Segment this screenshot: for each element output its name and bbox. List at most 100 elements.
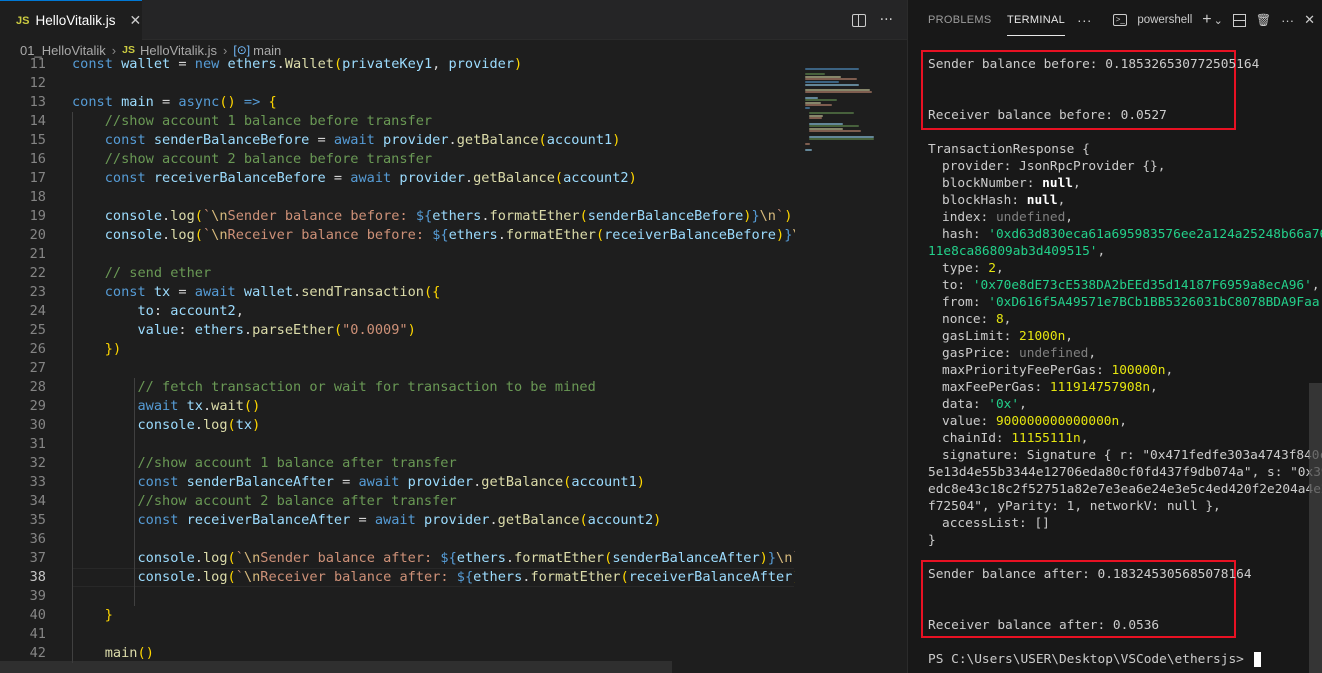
code-line: 15 const senderBalanceBefore = await pro…	[0, 131, 795, 150]
minimap-line	[809, 138, 874, 141]
indent-guide	[72, 112, 73, 663]
minimap-line	[805, 68, 859, 70]
minimap[interactable]	[795, 60, 907, 673]
line-number: 24	[29, 303, 46, 319]
terminal-line: value: 900000000000000n,	[942, 414, 1127, 429]
more-actions-icon[interactable]: ···	[1281, 13, 1294, 28]
line-number: 25	[29, 322, 46, 338]
code-line: 13 const main = async() => {	[0, 93, 795, 112]
minimap-line	[805, 99, 838, 102]
split-editor-icon[interactable]	[851, 13, 866, 27]
line-number: 22	[29, 265, 46, 281]
minimap-line	[805, 83, 859, 86]
more-actions-icon[interactable]: ···	[880, 12, 893, 28]
terminal-shell-label[interactable]: powershell	[1137, 14, 1192, 26]
terminal-line: maxPriorityFeePerGas: 100000n,	[942, 363, 1174, 378]
line-number: 16	[29, 151, 46, 167]
line-number: 26	[29, 341, 46, 357]
terminal-scrollbar[interactable]	[1309, 383, 1322, 673]
line-number: 41	[29, 626, 46, 642]
code-text: const senderBalanceAfter = await provide…	[137, 474, 645, 490]
js-file-icon: JS	[16, 14, 30, 27]
line-number: 17	[29, 170, 46, 186]
minimap-line	[805, 81, 840, 83]
line-number: 18	[29, 189, 46, 205]
terminal-line: provider: JsonRpcProvider {},	[942, 159, 1166, 174]
editor-tab-bar: JS HelloVitalik.js ✕ ···	[0, 0, 907, 40]
code-line: 28 // fetch transaction or wait for tran…	[0, 378, 795, 397]
terminal-output[interactable]: Sender balance before: 0.185326530772505…	[908, 40, 1322, 673]
tab-terminal[interactable]: TERMINAL	[1007, 4, 1066, 36]
line-number: 23	[29, 284, 46, 300]
code-editor[interactable]: 11 const wallet = new ethers.Wallet(priva…	[0, 55, 825, 673]
code-line: 22 // send ether	[0, 264, 795, 283]
trash-icon[interactable]: 🗑	[1256, 13, 1271, 27]
line-number: 37	[29, 550, 46, 566]
code-text: console.log(tx)	[137, 417, 261, 433]
code-text: console.log(`\nReceiver balance before: …	[104, 227, 825, 243]
terminal-line: blockHash: null,	[942, 193, 1066, 208]
line-number: 39	[29, 588, 46, 604]
code-line: 29 await tx.wait()	[0, 397, 795, 416]
close-icon[interactable]: ✕	[130, 12, 142, 29]
minimap-line	[805, 107, 811, 109]
code-line: 40 }	[0, 606, 795, 625]
line-number: 19	[29, 208, 46, 224]
line-number: 13	[29, 94, 46, 110]
line-number: 31	[29, 436, 46, 452]
add-terminal-icon[interactable]: +	[1202, 11, 1211, 29]
code-text: //show account 1 balance after transfer	[72, 455, 457, 471]
code-line: 17 const receiverBalanceBefore = await p…	[0, 169, 795, 188]
line-number: 12	[29, 75, 46, 91]
code-line: 11 const wallet = new ethers.Wallet(priva…	[0, 55, 795, 74]
terminal-line: maxFeePerGas: 111914757908n,	[942, 380, 1158, 395]
close-icon[interactable]: ✕	[1304, 12, 1315, 28]
code-text: const receiverBalanceBefore = await prov…	[104, 170, 637, 186]
terminal-line: f72504", yParity: 1, networkV: null },	[928, 499, 1221, 514]
horizontal-scrollbar[interactable]	[0, 661, 672, 673]
line-number: 34	[29, 493, 46, 509]
terminal-line: nonce: 8,	[942, 312, 1012, 327]
minimap-line	[805, 91, 872, 94]
code-text: const wallet = new ethers.Wallet(private…	[72, 56, 523, 72]
terminal-line: 11e8ca86809ab3d409515',	[928, 244, 1106, 259]
terminal-line: edc8e43c18c2f52751a82e7e3ea6e24e3e5c4ed4…	[928, 482, 1322, 497]
line-number: 11	[29, 56, 46, 72]
code-text: //show account 1 balance before transfer	[72, 113, 433, 129]
line-number: 33	[29, 474, 46, 490]
terminal-panel: PROBLEMS TERMINAL ··· >_ powershell + ⌄ …	[907, 0, 1322, 673]
minimap-line	[805, 73, 825, 76]
split-terminal-icon[interactable]	[1232, 13, 1246, 27]
terminal-line: accessList: []	[942, 516, 1050, 531]
line-number: 29	[29, 398, 46, 414]
editor-tab-hellovitalik[interactable]: JS HelloVitalik.js ✕	[0, 0, 142, 40]
minimap-line	[809, 112, 854, 115]
tab-problems[interactable]: PROBLEMS	[928, 0, 992, 40]
line-number: 27	[29, 360, 46, 376]
terminal-icon: >_	[1113, 14, 1128, 26]
code-text: await tx.wait()	[137, 398, 261, 414]
code-line: 25 value: ethers.parseEther("0.0009")	[0, 321, 795, 340]
indent-guide	[134, 378, 135, 606]
minimap-line	[805, 148, 813, 151]
code-line: 21	[0, 245, 795, 264]
line-number: 14	[29, 113, 46, 129]
line-number: 20	[29, 227, 46, 243]
code-text: console.log(`\nSender balance before: ${…	[104, 208, 793, 224]
terminal-line: from: '0xD616f5A49571e7BCb1BB5326031bC80…	[942, 295, 1322, 310]
chevron-down-icon[interactable]: ⌄	[1214, 14, 1223, 27]
terminal-cursor	[1253, 652, 1261, 667]
code-line: 35 const receiverBalanceAfter = await pr…	[0, 511, 795, 530]
code-line: 27	[0, 359, 795, 378]
terminal-line: 5e13d4e55b3344e12706eda80cf0fd437f9db074…	[928, 465, 1322, 480]
terminal-prompt[interactable]: PS C:\Users\USER\Desktop\VSCode\ethersjs…	[928, 651, 1261, 668]
terminal-line: to: '0x70e8dE73cE538DA2bEEd35d14187F6959…	[942, 278, 1320, 293]
tab-label: HelloVitalik.js	[35, 13, 116, 28]
code-text: })	[104, 341, 122, 357]
code-text: }	[104, 607, 113, 623]
code-text: console.log(`\nSender balance after: ${e…	[137, 550, 809, 566]
line-number: 21	[29, 246, 46, 262]
terminal-line: chainId: 11155111n,	[942, 431, 1089, 446]
more-tabs-icon[interactable]: ···	[1077, 0, 1092, 40]
minimap-line	[809, 125, 860, 128]
